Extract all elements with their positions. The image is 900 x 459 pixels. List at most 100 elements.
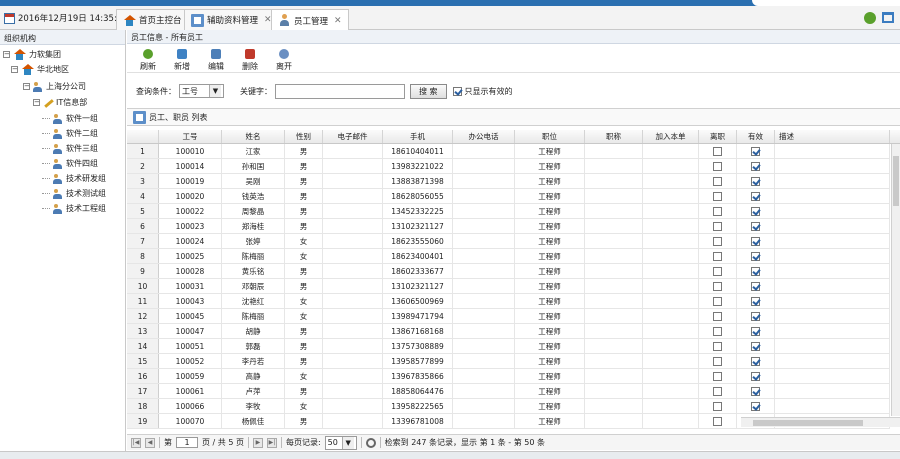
prev-page-button[interactable]: ◀ — [145, 437, 155, 448]
table-row[interactable]: 10 100031 邓朝辰男 13102321127 工程师 — [127, 279, 890, 294]
table-row[interactable]: 3 100019 吴刚男 13883871398 工程师 — [127, 174, 890, 189]
tree-node-team[interactable]: 软件三组 — [42, 142, 98, 155]
reload-icon[interactable] — [365, 437, 376, 448]
collapse-icon[interactable]: − — [3, 51, 10, 58]
tab-aux-data[interactable]: 辅助资料管理 ✕ — [184, 9, 279, 30]
tree-node-dept[interactable]: − IT信息部 — [33, 96, 87, 109]
table-row[interactable]: 18 100066 李牧女 13958222565 工程师 — [127, 399, 890, 414]
next-page-button[interactable]: ▶ — [252, 437, 263, 448]
tree-node-team[interactable]: 软件四组 — [42, 157, 98, 170]
left-checkbox[interactable] — [713, 357, 722, 366]
col-header[interactable]: 有效 — [737, 130, 775, 143]
left-checkbox[interactable] — [713, 207, 722, 216]
left-checkbox[interactable] — [713, 147, 722, 156]
col-header[interactable]: 描述 — [775, 130, 890, 143]
col-header[interactable]: 加入本单 — [643, 130, 699, 143]
tree-node-team[interactable]: 技术研发组 — [42, 172, 106, 185]
col-header[interactable]: 手机 — [383, 130, 453, 143]
tree-node-team[interactable]: 技术测试组 — [42, 187, 106, 200]
only-valid-checkbox[interactable] — [452, 86, 462, 96]
left-checkbox[interactable] — [713, 177, 722, 186]
table-row[interactable]: 15 100052 李丹若男 13958577899 工程师 — [127, 354, 890, 369]
valid-checkbox[interactable] — [751, 162, 760, 171]
edit-button[interactable]: 编辑 — [203, 45, 229, 72]
last-page-button[interactable]: ▶| — [266, 437, 277, 448]
left-checkbox[interactable] — [713, 222, 722, 231]
leave-button[interactable]: 离开 — [271, 45, 297, 72]
tree-node-region[interactable]: − 华北地区 — [11, 63, 69, 76]
left-checkbox[interactable] — [713, 312, 722, 321]
left-checkbox[interactable] — [713, 252, 722, 261]
table-row[interactable]: 8 100025 陈梅丽女 18623400401 工程师 — [127, 249, 890, 264]
collapse-icon[interactable]: − — [33, 99, 40, 106]
table-row[interactable]: 4 100020 钱英浩男 18628056055 工程师 — [127, 189, 890, 204]
valid-checkbox[interactable] — [751, 207, 760, 216]
tree-node-branch[interactable]: − 上海分公司 — [23, 80, 86, 93]
tab-home[interactable]: 首页主控台 — [116, 9, 189, 30]
col-header[interactable]: 电子邮件 — [323, 130, 383, 143]
left-checkbox[interactable] — [713, 327, 722, 336]
valid-checkbox[interactable] — [751, 312, 760, 321]
tree-node-group[interactable]: − 力软集团 — [3, 48, 61, 61]
col-header[interactable]: 离职 — [699, 130, 737, 143]
collapse-icon[interactable]: − — [23, 83, 30, 90]
add-button[interactable]: 新增 — [169, 45, 195, 72]
maximize-icon[interactable] — [882, 12, 894, 23]
tree-node-team[interactable]: 软件二组 — [42, 127, 98, 140]
refresh-button[interactable]: 刷新 — [135, 45, 161, 72]
refresh-icon[interactable] — [864, 12, 876, 24]
valid-checkbox[interactable] — [751, 147, 760, 156]
valid-checkbox[interactable] — [751, 192, 760, 201]
table-row[interactable]: 12 100045 陈梅丽女 13989471794 工程师 — [127, 309, 890, 324]
col-header[interactable]: 姓名 — [222, 130, 285, 143]
col-header[interactable]: 办公电话 — [453, 130, 515, 143]
horizontal-scrollbar[interactable] — [741, 417, 900, 427]
table-row[interactable]: 9 100028 黄乐铭男 18602333677 工程师 — [127, 264, 890, 279]
tree-node-team[interactable]: 技术工程组 — [42, 202, 106, 215]
table-row[interactable]: 17 100061 卢萍男 18858064476 工程师 — [127, 384, 890, 399]
valid-checkbox[interactable] — [751, 372, 760, 381]
valid-checkbox[interactable] — [751, 342, 760, 351]
valid-checkbox[interactable] — [751, 222, 760, 231]
valid-checkbox[interactable] — [751, 327, 760, 336]
table-row[interactable]: 13 100047 胡静男 13867168168 工程师 — [127, 324, 890, 339]
tree-node-team[interactable]: 软件一组 — [42, 112, 98, 125]
delete-button[interactable]: 删除 — [237, 45, 263, 72]
valid-checkbox[interactable] — [751, 387, 760, 396]
per-page-select[interactable]: 50 ▼ — [324, 435, 357, 450]
valid-checkbox[interactable] — [751, 267, 760, 276]
left-checkbox[interactable] — [713, 282, 722, 291]
left-checkbox[interactable] — [713, 297, 722, 306]
valid-checkbox[interactable] — [751, 282, 760, 291]
valid-checkbox[interactable] — [751, 357, 760, 366]
table-row[interactable]: 1 100010 江家男 18610404011 工程师 — [127, 144, 890, 159]
table-row[interactable]: 7 100024 张婷女 18623555060 工程师 — [127, 234, 890, 249]
left-checkbox[interactable] — [713, 192, 722, 201]
table-row[interactable]: 6 100023 郑海桂男 13102321127 工程师 — [127, 219, 890, 234]
vertical-scrollbar[interactable] — [891, 144, 900, 416]
valid-checkbox[interactable] — [751, 402, 760, 411]
col-header[interactable]: 工号 — [159, 130, 222, 143]
left-checkbox[interactable] — [713, 402, 722, 411]
first-page-button[interactable]: |◀ — [131, 437, 141, 448]
table-row[interactable]: 16 100059 高静女 13967835866 工程师 — [127, 369, 890, 384]
valid-checkbox[interactable] — [751, 252, 760, 261]
col-header[interactable]: 职位 — [515, 130, 585, 143]
tab-employee[interactable]: 员工管理 ✕ — [271, 9, 349, 31]
collapse-icon[interactable]: − — [11, 66, 18, 73]
left-checkbox[interactable] — [713, 342, 722, 351]
valid-checkbox[interactable] — [751, 297, 760, 306]
col-header[interactable]: 职称 — [585, 130, 643, 143]
search-button[interactable]: 搜 索 — [410, 83, 447, 99]
table-row[interactable]: 2 100014 孙和国男 13983221022 工程师 — [127, 159, 890, 174]
left-checkbox[interactable] — [713, 387, 722, 396]
keyword-input[interactable] — [275, 83, 405, 99]
page-number-input[interactable]: 1 — [176, 437, 198, 448]
left-checkbox[interactable] — [713, 372, 722, 381]
left-checkbox[interactable] — [713, 162, 722, 171]
close-icon[interactable]: ✕ — [334, 16, 342, 26]
col-header[interactable]: 性别 — [285, 130, 323, 143]
table-row[interactable]: 11 100043 沈艳红女 13606500969 工程师 — [127, 294, 890, 309]
valid-checkbox[interactable] — [751, 177, 760, 186]
left-checkbox[interactable] — [713, 237, 722, 246]
